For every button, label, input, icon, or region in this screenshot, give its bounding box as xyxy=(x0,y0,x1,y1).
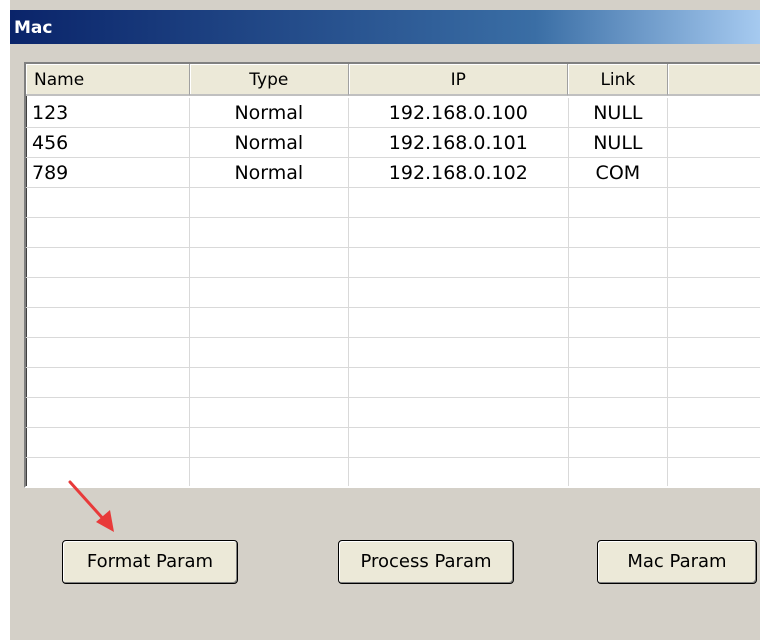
empty-table-row xyxy=(26,398,760,428)
empty-cell xyxy=(190,248,350,277)
empty-cell xyxy=(349,398,569,427)
empty-cell xyxy=(26,248,190,277)
empty-cell xyxy=(349,458,569,486)
empty-cell xyxy=(569,458,669,486)
empty-cell xyxy=(190,458,350,486)
empty-table-row xyxy=(26,278,760,308)
empty-cell xyxy=(668,188,760,217)
empty-cell xyxy=(668,458,760,486)
empty-cell xyxy=(190,188,350,217)
empty-cell xyxy=(26,218,190,247)
cell-extra xyxy=(668,98,760,127)
cell-type: Normal xyxy=(190,158,350,187)
empty-cell xyxy=(668,308,760,337)
empty-cell xyxy=(26,278,190,307)
column-header-type[interactable]: Type xyxy=(189,64,350,96)
empty-cell xyxy=(569,428,669,457)
empty-cell xyxy=(26,308,190,337)
empty-cell xyxy=(190,338,350,367)
empty-table-row xyxy=(26,188,760,218)
table-row[interactable]: 456 Normal 192.168.0.101 NULL xyxy=(26,128,760,158)
empty-cell xyxy=(668,278,760,307)
cell-type: Normal xyxy=(190,98,350,127)
empty-cell xyxy=(668,428,760,457)
cell-name: 456 xyxy=(26,128,190,157)
empty-cell xyxy=(569,278,669,307)
cell-link: COM xyxy=(569,158,669,187)
empty-table-row xyxy=(26,338,760,368)
empty-cell xyxy=(190,428,350,457)
empty-cell xyxy=(668,338,760,367)
cell-ip: 192.168.0.102 xyxy=(349,158,569,187)
format-param-button[interactable]: Format Param xyxy=(62,540,238,584)
empty-cell xyxy=(349,428,569,457)
empty-cell xyxy=(569,308,669,337)
mac-param-button[interactable]: Mac Param xyxy=(597,540,757,584)
empty-cell xyxy=(349,188,569,217)
empty-cell xyxy=(190,218,350,247)
empty-cell xyxy=(569,248,669,277)
empty-cell xyxy=(349,338,569,367)
process-param-button[interactable]: Process Param xyxy=(338,540,514,584)
empty-cell xyxy=(349,368,569,397)
empty-cell xyxy=(569,398,669,427)
cell-ip: 192.168.0.100 xyxy=(349,98,569,127)
empty-rows xyxy=(26,188,760,486)
empty-table-row xyxy=(26,248,760,278)
cell-name: 789 xyxy=(26,158,190,187)
empty-cell xyxy=(668,218,760,247)
cell-link: NULL xyxy=(569,98,669,127)
empty-cell xyxy=(569,368,669,397)
red-arrow-icon xyxy=(68,480,114,532)
cell-ip: 192.168.0.101 xyxy=(349,128,569,157)
empty-cell xyxy=(26,428,190,457)
empty-table-row xyxy=(26,218,760,248)
empty-cell xyxy=(190,368,350,397)
empty-table-row xyxy=(26,368,760,398)
table-row[interactable]: 789 Normal 192.168.0.102 COM xyxy=(26,158,760,188)
cell-name: 123 xyxy=(26,98,190,127)
list-header: Name Type IP Link xyxy=(26,64,760,98)
empty-cell xyxy=(26,188,190,217)
empty-cell xyxy=(190,398,350,427)
empty-cell xyxy=(349,308,569,337)
empty-table-row xyxy=(26,308,760,338)
cell-extra xyxy=(668,158,760,187)
cell-extra xyxy=(668,128,760,157)
window-title: Mac xyxy=(14,18,53,38)
empty-cell xyxy=(26,368,190,397)
empty-cell xyxy=(26,398,190,427)
empty-cell xyxy=(26,338,190,367)
column-header-ip[interactable]: IP xyxy=(349,64,569,96)
empty-cell xyxy=(569,188,669,217)
empty-cell xyxy=(668,248,760,277)
list-rows: 123 Normal 192.168.0.100 NULL 456 Normal… xyxy=(26,98,760,486)
empty-cell xyxy=(569,218,669,247)
empty-cell xyxy=(349,278,569,307)
column-header-name[interactable]: Name xyxy=(26,64,190,96)
empty-cell xyxy=(349,218,569,247)
title-bar: Mac xyxy=(10,10,760,44)
empty-cell xyxy=(668,398,760,427)
empty-cell xyxy=(569,338,669,367)
empty-cell xyxy=(349,248,569,277)
column-header-link[interactable]: Link xyxy=(568,64,669,96)
mac-window: Mac Name Type IP Link 123 Normal 192.168… xyxy=(10,0,760,640)
cell-type: Normal xyxy=(190,128,350,157)
empty-cell xyxy=(190,308,350,337)
device-list[interactable]: Name Type IP Link 123 Normal 192.168.0.1… xyxy=(24,62,760,488)
empty-cell xyxy=(190,278,350,307)
cell-link: NULL xyxy=(569,128,669,157)
empty-table-row xyxy=(26,458,760,486)
empty-table-row xyxy=(26,428,760,458)
column-header-extra[interactable] xyxy=(668,64,760,96)
empty-cell xyxy=(668,368,760,397)
table-row[interactable]: 123 Normal 192.168.0.100 NULL xyxy=(26,98,760,128)
